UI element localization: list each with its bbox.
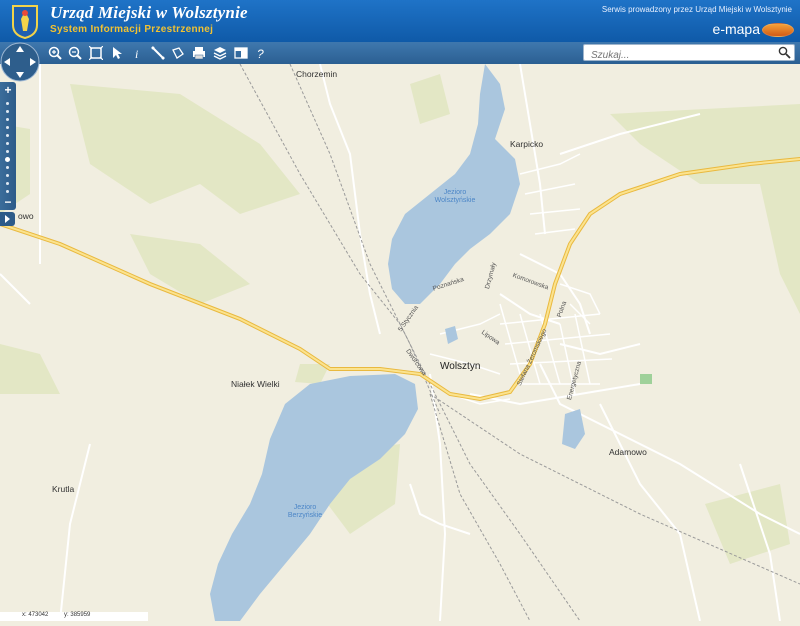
brand-logo-icon[interactable] [762,23,794,37]
zoom-level[interactable] [6,134,9,137]
zoom-level[interactable] [6,174,9,177]
zoom-out-icon[interactable] [66,44,84,62]
place-label-nialek-wielki: Niałek Wielki [231,379,280,389]
pan-control[interactable] [0,42,40,82]
svg-text:i: i [135,47,138,60]
svg-text:?: ? [257,47,264,60]
help-icon[interactable]: ? [252,44,270,62]
zoom-level[interactable] [6,182,9,185]
app-header: Urząd Miejski w Wolsztynie System Inform… [0,0,800,42]
place-label-krutla: Krutla [52,484,75,494]
search-input[interactable] [589,47,773,64]
place-label-wolsztyn: Wolsztyn [440,361,481,372]
coordinates-bar: x: 473042 y: 385959 [0,612,148,621]
zoom-level[interactable] [6,166,9,169]
layout-icon[interactable] [232,44,250,62]
measure-distance-icon[interactable] [149,44,167,62]
zoom-plus-button[interactable]: + [0,84,16,96]
info-icon[interactable]: i [128,44,146,62]
zoom-level[interactable] [6,102,9,105]
lake-label-north: Jezioro Wolsztyńskie [434,189,476,204]
expand-panel-button[interactable] [0,212,15,226]
map-canvas[interactable]: Chorzemin Karpicko Wolsztyn Niałek Wielk… [0,63,800,622]
search-icon[interactable] [778,46,791,59]
zoom-level[interactable] [6,126,9,129]
layers-icon[interactable] [211,44,229,62]
measure-area-icon[interactable] [169,44,187,62]
zoom-level[interactable] [6,142,9,145]
app-title: Urząd Miejski w Wolsztynie [50,3,248,22]
zoom-level[interactable] [6,118,9,121]
full-extent-icon[interactable] [87,44,105,62]
app-subtitle: System Informacji Przestrzennej [50,24,214,35]
zoom-level[interactable] [6,150,9,153]
coat-of-arms-logo [12,5,38,39]
zoom-level[interactable] [6,110,9,113]
place-label-adamowo: Adamowo [609,447,647,457]
chevron-right-icon [5,215,10,223]
place-label-karpicko: Karpicko [510,139,544,149]
zoom-slider[interactable]: + − [0,82,16,210]
coord-x: x: 473042 [22,612,49,618]
search-box [583,44,795,64]
select-icon[interactable] [108,44,126,62]
place-label-chorzemin: Chorzemin [296,69,338,79]
zoom-minus-button[interactable]: − [0,196,16,208]
zoom-in-icon[interactable] [46,44,64,62]
zoom-level[interactable] [6,190,9,193]
coord-y: y: 385959 [64,612,91,618]
service-text: Serwis prowadzony przez Urząd Miejski w … [601,5,792,14]
map-graphics [0,63,800,622]
place-label-edge-west: owo [18,211,34,221]
brand-name[interactable]: e-mapa [713,21,760,37]
print-icon[interactable] [190,44,208,62]
lake-label-south: Jezioro Berzyńskie [287,504,323,519]
zoom-level-current[interactable] [5,157,10,162]
